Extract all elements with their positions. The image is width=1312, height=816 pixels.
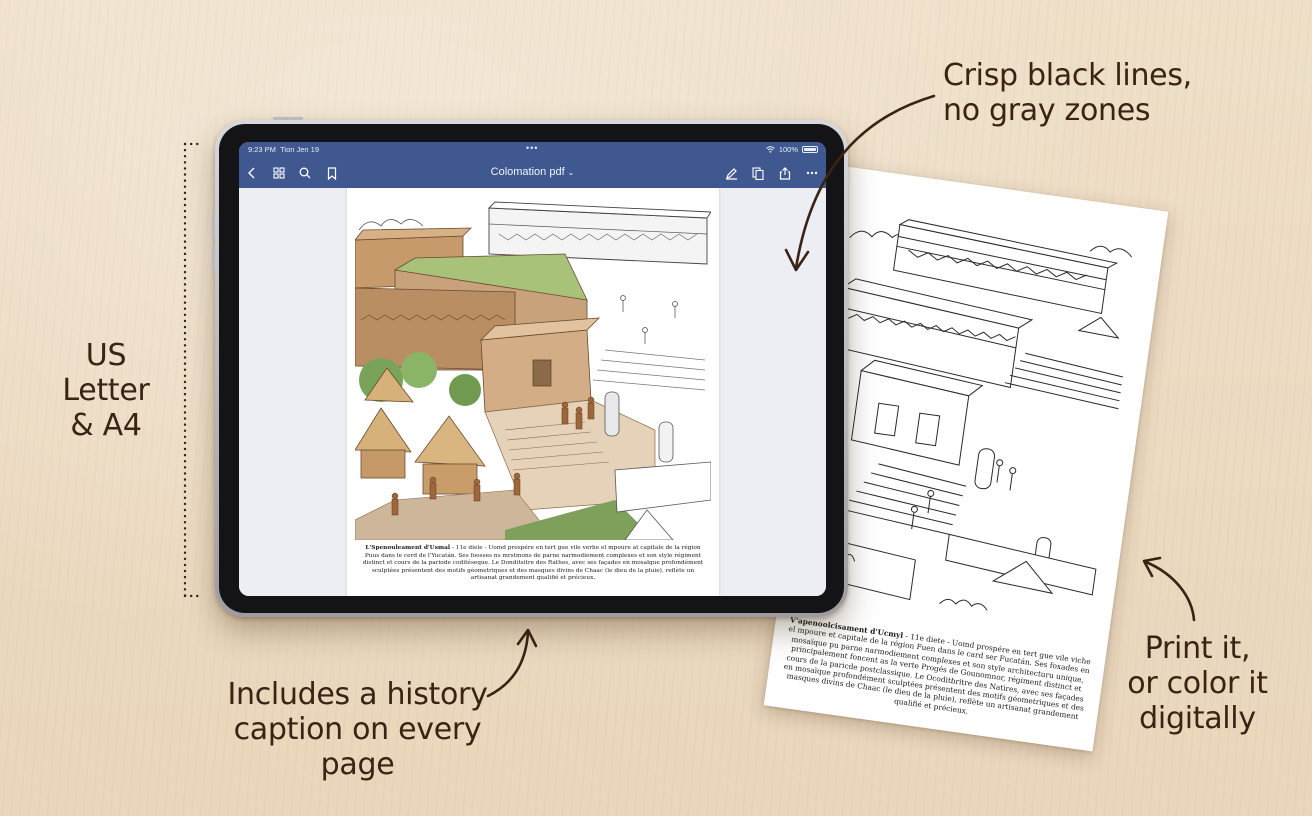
document-title: Colomation pdf xyxy=(490,166,565,178)
format-annotation: US Letter & A4 xyxy=(40,338,172,443)
print-annotation: Print it, or color it digitally xyxy=(1125,631,1270,736)
status-bar: 9:23 PM Tion Jen 19 ••• 100% xyxy=(239,142,826,158)
wifi-icon xyxy=(765,146,775,153)
multitasking-dots[interactable]: ••• xyxy=(526,143,538,153)
thumbnails-icon[interactable] xyxy=(270,164,288,182)
volume-button xyxy=(212,212,215,238)
chevron-down-icon: ⌄ xyxy=(567,168,575,177)
pages-icon[interactable] xyxy=(749,164,767,182)
caption-title: L'Spenouleament d'Usmal xyxy=(365,545,451,551)
history-caption: L'Spenouleament d'Usmal - 11e diele - Uo… xyxy=(361,545,705,583)
format-line-2: & A4 xyxy=(70,408,142,443)
more-icon[interactable] xyxy=(803,164,821,182)
status-time-date: 9:23 PM Tion Jen 19 xyxy=(248,145,320,154)
tablet-device: 9:23 PM Tion Jen 19 ••• 100% Colomation … xyxy=(212,117,848,617)
colored-illustration xyxy=(355,200,711,540)
battery-percentage: 100% xyxy=(778,145,798,154)
printed-caption-text: - 11e diete - Uomd prospére en tert gue … xyxy=(783,624,1092,722)
back-icon[interactable] xyxy=(243,164,261,182)
document-title-menu[interactable]: Colomation pdf ⌄ xyxy=(459,166,606,178)
pdf-page[interactable]: L'Spenouleament d'Usmal - 11e diele - Uo… xyxy=(347,188,719,596)
volume-button xyxy=(212,244,215,270)
line-quality-line-2: no gray zones xyxy=(943,93,1151,128)
print-line-1: Print it, xyxy=(1144,631,1251,666)
annotate-icon[interactable] xyxy=(722,164,740,182)
battery-icon xyxy=(802,146,818,153)
print-line-3: digitally xyxy=(1139,701,1256,736)
share-icon[interactable] xyxy=(776,164,794,182)
history-line-1: Includes a history xyxy=(227,677,488,712)
dotted-dimension-line xyxy=(183,142,201,598)
pdf-toolbar: Colomation pdf ⌄ xyxy=(239,158,826,188)
line-quality-line-1: Crisp black lines, xyxy=(943,58,1192,93)
print-line-2: or color it xyxy=(1127,666,1268,701)
format-line-1: US Letter xyxy=(62,338,150,408)
history-line-2: caption on every page xyxy=(233,712,482,782)
line-quality-annotation: Crisp black lines, no gray zones xyxy=(943,58,1192,128)
tablet-screen: 9:23 PM Tion Jen 19 ••• 100% Colomation … xyxy=(239,142,826,596)
status-indicators: 100% xyxy=(765,145,818,154)
top-button xyxy=(273,117,303,120)
history-annotation: Includes a history caption on every page xyxy=(205,677,510,782)
search-icon[interactable] xyxy=(296,164,314,182)
bookmark-icon[interactable] xyxy=(323,164,341,182)
pdf-viewer[interactable]: L'Spenouleament d'Usmal - 11e diele - Uo… xyxy=(239,188,826,596)
